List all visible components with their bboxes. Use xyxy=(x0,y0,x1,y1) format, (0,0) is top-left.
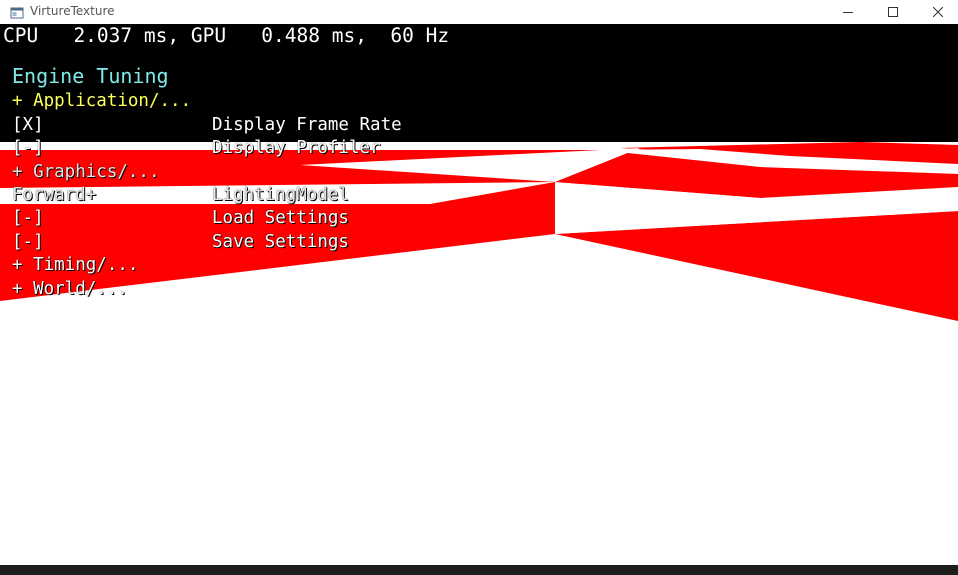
minimize-icon xyxy=(843,7,853,17)
menu-group-application[interactable]: + Application/... xyxy=(12,90,191,112)
menu-group-timing[interactable]: + Timing/... xyxy=(12,254,138,276)
title-bar[interactable]: VirtureTexture xyxy=(0,0,958,24)
label-display-frame-rate: Display Frame Rate xyxy=(212,115,402,135)
toggle-display-frame-rate[interactable]: [X] xyxy=(12,114,44,136)
maximize-icon xyxy=(888,7,898,17)
close-icon xyxy=(933,7,943,17)
app-window: VirtureTexture CPU 2.037 ms, GPU 0.488 m… xyxy=(0,0,958,575)
toggle-load-settings[interactable]: [-] xyxy=(12,207,44,229)
label-load-settings: Load Settings xyxy=(212,208,349,228)
label-display-profiler: Display Profiler xyxy=(212,138,381,158)
minimize-button[interactable] xyxy=(825,0,871,24)
window-title: VirtureTexture xyxy=(30,4,115,18)
toggle-save-settings[interactable]: [-] xyxy=(12,231,44,253)
app-window-icon xyxy=(10,5,24,19)
label-lighting-model: LightingModel xyxy=(212,185,349,205)
menu-group-world[interactable]: + World/... xyxy=(12,278,128,300)
lighting-model-value[interactable]: Forward+ xyxy=(12,184,96,206)
performance-readout: CPU 2.037 ms, GPU 0.488 ms, 60 Hz xyxy=(3,24,450,47)
render-viewport[interactable]: CPU 2.037 ms, GPU 0.488 ms, 60 Hz Engine… xyxy=(0,24,958,565)
maximize-button[interactable] xyxy=(870,0,916,24)
background-editor-strip xyxy=(0,565,958,575)
toggle-display-profiler[interactable]: [-] xyxy=(12,137,44,159)
menu-group-graphics[interactable]: + Graphics/... xyxy=(12,161,160,183)
engine-tuning-title: Engine Tuning xyxy=(12,64,169,88)
label-save-settings: Save Settings xyxy=(212,232,349,252)
close-button[interactable] xyxy=(915,0,958,24)
